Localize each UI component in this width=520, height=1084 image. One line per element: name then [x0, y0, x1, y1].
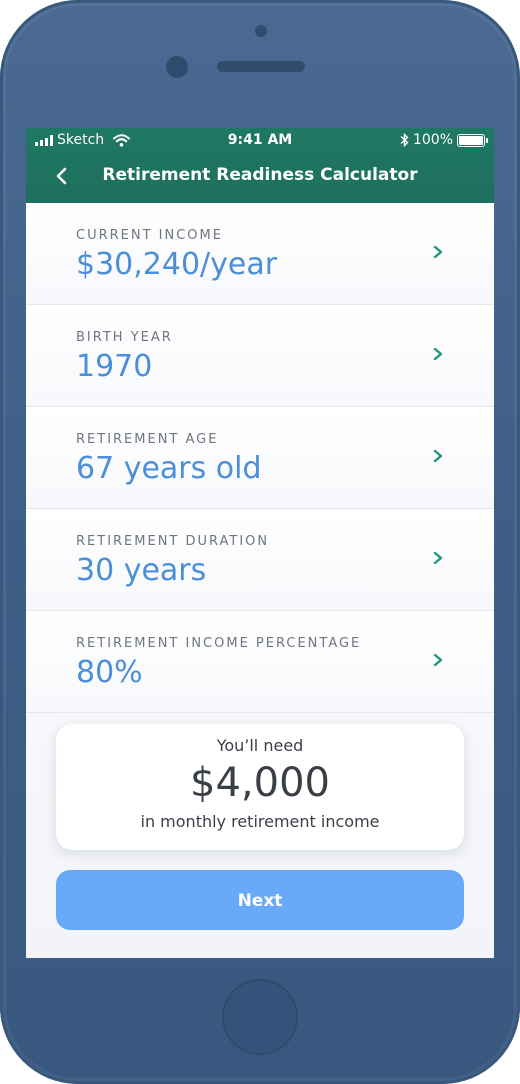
chevron-right-icon — [433, 551, 443, 565]
chevron-right-icon — [433, 449, 443, 463]
result-caption: in monthly retirement income — [140, 812, 380, 831]
field-label: RETIREMENT INCOME PERCENTAGE — [76, 636, 362, 651]
earpiece-speaker — [217, 61, 305, 72]
next-button[interactable]: Next — [56, 870, 464, 930]
field-label: BIRTH YEAR — [76, 330, 173, 345]
chevron-right-icon — [433, 245, 443, 259]
battery-percent: 100% — [412, 132, 453, 148]
result-card: You’ll need $4,000 in monthly retirement… — [56, 724, 464, 850]
proximity-sensor — [255, 25, 267, 37]
input-list: CURRENT INCOME $30,240/year BIRTH YEAR 1… — [26, 203, 494, 713]
field-row-retirement-duration[interactable]: RETIREMENT DURATION 30 years — [26, 509, 494, 611]
front-camera — [166, 56, 188, 78]
phone-frame: Sketch 9:41 AM 100% Retirement Readiness… — [0, 0, 520, 1084]
battery-icon — [457, 133, 488, 147]
app-screen: Sketch 9:41 AM 100% Retirement Readiness… — [26, 128, 494, 958]
field-value: $30,240/year — [76, 247, 278, 282]
field-row-birth-year[interactable]: BIRTH YEAR 1970 — [26, 305, 494, 407]
field-row-current-income[interactable]: CURRENT INCOME $30,240/year — [26, 203, 494, 305]
result-intro: You’ll need — [216, 736, 304, 755]
field-value: 67 years old — [76, 451, 262, 486]
chevron-right-icon — [433, 653, 443, 667]
field-label: RETIREMENT DURATION — [76, 534, 270, 549]
result-amount: $4,000 — [190, 760, 330, 806]
field-value: 1970 — [76, 349, 153, 384]
status-right: 100% — [400, 132, 488, 148]
field-row-retirement-age[interactable]: RETIREMENT AGE 67 years old — [26, 407, 494, 509]
field-row-retirement-income-percentage[interactable]: RETIREMENT INCOME PERCENTAGE 80% — [26, 611, 494, 713]
header-bar: Sketch 9:41 AM 100% Retirement Readiness… — [26, 128, 494, 203]
field-label: CURRENT INCOME — [76, 228, 223, 243]
bluetooth-icon — [400, 133, 409, 147]
chevron-right-icon — [433, 347, 443, 361]
field-label: RETIREMENT AGE — [76, 432, 219, 447]
home-button[interactable] — [222, 979, 298, 1055]
field-value: 30 years — [76, 553, 207, 588]
field-value: 80% — [76, 655, 143, 690]
page-title: Retirement Readiness Calculator — [102, 165, 418, 185]
